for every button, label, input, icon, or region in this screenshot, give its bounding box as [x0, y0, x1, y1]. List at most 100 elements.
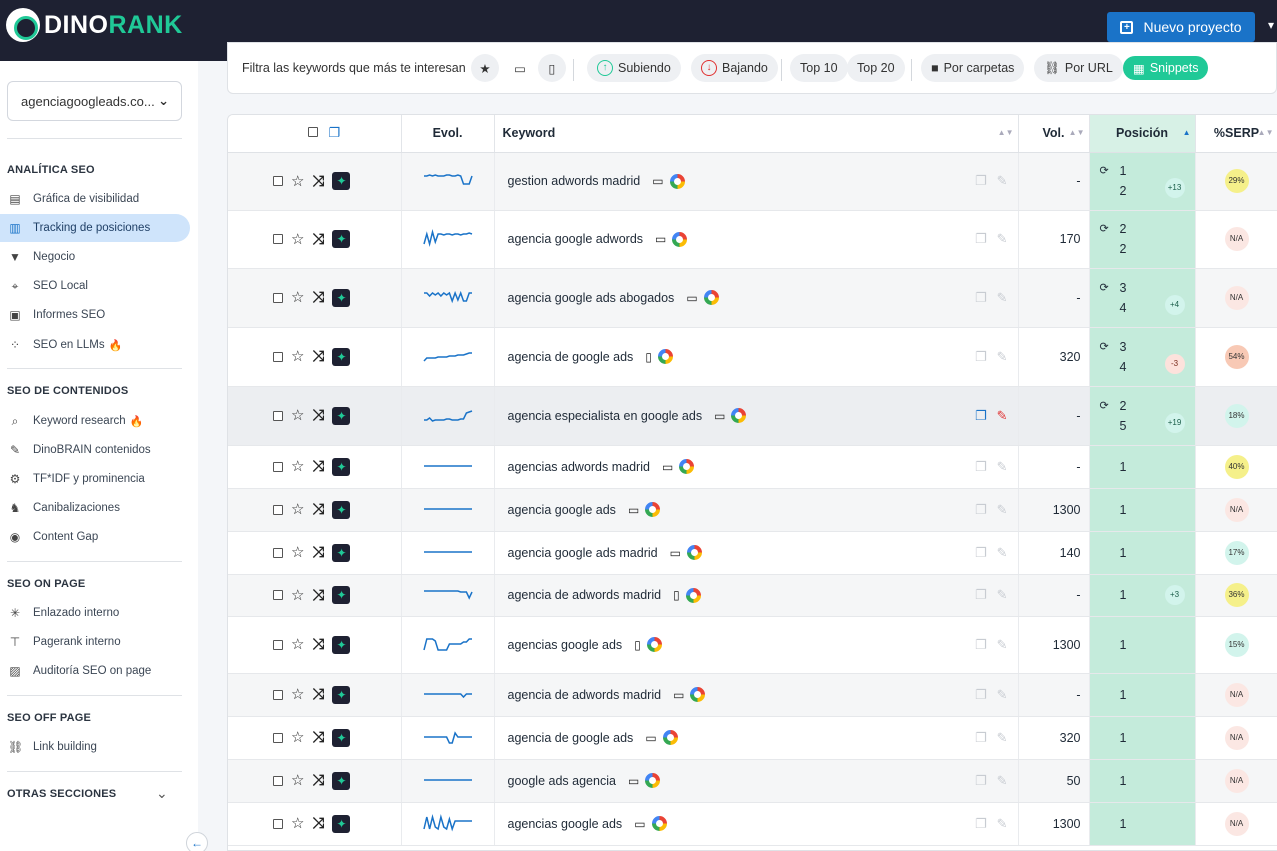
chevron-down-icon[interactable]: ⌄ — [156, 785, 168, 802]
evolution-sparkline[interactable] — [401, 445, 495, 489]
sidebar-item-pagerank-interno[interactable]: ⊤ Pagerank interno — [0, 628, 190, 656]
edit-pencil-icon[interactable]: ✎ — [997, 545, 1008, 561]
star-icon[interactable]: ☆ — [291, 502, 304, 517]
ai-sparkle-icon[interactable]: ✦ — [332, 543, 351, 562]
sidebar-item-seo-llms[interactable]: ⁘ SEO en LLMs 🔥 — [0, 331, 190, 359]
ai-sparkle-icon[interactable]: ✦ — [332, 728, 351, 747]
keyword-cell[interactable]: agencia de google ads ▯ ❐ ✎ — [494, 327, 1019, 387]
keyword-cell[interactable]: agencia especialista en google ads ▭ ❐ ✎ — [494, 386, 1019, 446]
keyword-cell[interactable]: agencias google ads ▯ ❐ ✎ — [494, 616, 1019, 674]
shuffle-icon[interactable]: ⤨ — [312, 729, 324, 746]
row-checkbox[interactable] — [273, 176, 283, 186]
sidebar-item-canibalizaciones[interactable]: ♞ Canibalizaciones — [0, 494, 190, 522]
dinorank-logo[interactable]: DINORANK — [6, 8, 183, 42]
copy-icon[interactable]: ❐ — [975, 502, 987, 518]
star-icon[interactable]: ☆ — [291, 773, 304, 788]
shuffle-icon[interactable]: ⤨ — [312, 348, 324, 365]
table-row[interactable]: ☆ ⤨ ✦ google ads agencia ▭ ❐ ✎ 50 1 N/A — [228, 759, 1277, 803]
ai-sparkle-icon[interactable]: ✦ — [332, 457, 351, 476]
row-checkbox[interactable] — [273, 639, 283, 650]
select-all-checkbox[interactable] — [308, 127, 319, 138]
ai-sparkle-icon[interactable]: ✦ — [332, 814, 351, 833]
star-icon[interactable]: ☆ — [291, 174, 304, 189]
star-icon[interactable]: ☆ — [291, 545, 304, 560]
row-checkbox[interactable] — [273, 689, 283, 700]
section-title-otras[interactable]: OTRAS SECCIONES — [7, 788, 116, 800]
copy-icon[interactable]: ❐ — [328, 125, 340, 140]
ai-sparkle-icon[interactable]: ✦ — [332, 347, 351, 366]
new-project-button[interactable]: + Nuevo proyecto — [1107, 12, 1255, 42]
evolution-sparkline[interactable] — [401, 152, 495, 211]
row-checkbox[interactable] — [273, 547, 283, 558]
row-checkbox[interactable] — [273, 234, 283, 244]
ai-sparkle-icon[interactable]: ✦ — [332, 288, 351, 307]
evolution-sparkline[interactable] — [401, 759, 495, 803]
keyword-cell[interactable]: agencia google ads ▭ ❐ ✎ — [494, 488, 1019, 532]
evolution-sparkline[interactable] — [401, 268, 495, 328]
row-checkbox[interactable] — [273, 351, 283, 362]
star-icon[interactable]: ☆ — [291, 687, 304, 702]
col-serp[interactable]: %SERP ▲▼ — [1195, 115, 1277, 153]
copy-icon[interactable]: ❐ — [975, 349, 987, 365]
sidebar-item-enlazado-interno[interactable]: ✳ Enlazado interno — [0, 599, 190, 627]
filter-por-url[interactable]: ⛓ Por URL — [1034, 54, 1123, 82]
evolution-sparkline[interactable] — [401, 531, 495, 575]
copy-icon[interactable]: ❐ — [975, 730, 987, 746]
ai-sparkle-icon[interactable]: ✦ — [332, 771, 351, 790]
favorites-filter[interactable]: ★ — [471, 54, 499, 82]
sidebar-item-seo-local[interactable]: ⌖ SEO Local — [0, 272, 190, 300]
sidebar-item-link-building[interactable]: ⛓ Link building — [0, 733, 190, 761]
shuffle-icon[interactable]: ⤨ — [312, 173, 324, 190]
copy-icon[interactable]: ❐ — [975, 587, 987, 603]
table-row[interactable]: ☆ ⤨ ✦ agencia de adwords madrid ▯ ❐ ✎ -1 +3 36% — [228, 574, 1277, 617]
keyword-cell[interactable]: agencia google adwords ▭ ❐ ✎ — [494, 210, 1019, 269]
row-checkbox[interactable] — [273, 732, 283, 743]
col-vol[interactable]: Vol. ▲▼ — [1018, 115, 1090, 153]
row-checkbox[interactable] — [273, 504, 283, 515]
chevron-down-icon[interactable]: ▾ — [1268, 18, 1274, 32]
edit-pencil-icon[interactable]: ✎ — [997, 816, 1008, 832]
star-icon[interactable]: ☆ — [291, 290, 304, 305]
evolution-sparkline[interactable] — [401, 673, 495, 717]
sidebar-item-auditoria-seo[interactable]: ▨ Auditoría SEO on page — [0, 657, 190, 685]
table-row[interactable]: ☆ ⤨ ✦ agencia de google ads ▯ ❐ ✎ 320 ⟳ 3 4 -3 54% — [228, 327, 1277, 387]
mobile-filter[interactable]: ▯ — [538, 54, 566, 82]
copy-icon[interactable]: ❐ — [975, 637, 987, 653]
shuffle-icon[interactable]: ⤨ — [312, 407, 324, 424]
keyword-cell[interactable]: google ads agencia ▭ ❐ ✎ — [494, 759, 1019, 803]
ai-sparkle-icon[interactable]: ✦ — [332, 230, 351, 248]
shuffle-icon[interactable]: ⤨ — [312, 686, 324, 703]
row-checkbox[interactable] — [273, 292, 283, 303]
keyword-cell[interactable]: agencia de adwords madrid ▭ ❐ ✎ — [494, 673, 1019, 717]
evolution-sparkline[interactable] — [401, 616, 495, 674]
evolution-sparkline[interactable] — [401, 327, 495, 387]
shuffle-icon[interactable]: ⤨ — [312, 458, 324, 475]
evolution-sparkline[interactable] — [401, 574, 495, 617]
table-row[interactable]: ☆ ⤨ ✦ agencias google ads ▭ ❐ ✎ 1300 1 N/A — [228, 802, 1277, 846]
evolution-sparkline[interactable] — [401, 386, 495, 446]
sidebar-item-content-gap[interactable]: ◉ Content Gap — [0, 523, 190, 551]
evolution-sparkline[interactable] — [401, 210, 495, 269]
copy-icon[interactable]: ❐ — [975, 687, 987, 703]
row-checkbox[interactable] — [273, 775, 283, 786]
copy-icon[interactable]: ❐ — [975, 773, 987, 789]
keyword-cell[interactable]: agencia de adwords madrid ▯ ❐ ✎ — [494, 574, 1019, 617]
star-icon[interactable]: ☆ — [291, 816, 304, 831]
ai-sparkle-icon[interactable]: ✦ — [332, 406, 351, 425]
row-checkbox[interactable] — [273, 590, 283, 600]
collapse-sidebar-button[interactable]: ← — [186, 832, 208, 851]
shuffle-icon[interactable]: ⤨ — [312, 772, 324, 789]
shuffle-icon[interactable]: ⤨ — [312, 231, 324, 248]
col-posicion[interactable]: Posición ▲ — [1089, 115, 1196, 153]
star-icon[interactable]: ☆ — [291, 232, 304, 247]
copy-icon[interactable]: ❐ — [975, 290, 987, 306]
sidebar-item-tfidf[interactable]: ⚙ TF*IDF y prominencia — [0, 465, 190, 493]
row-checkbox[interactable] — [273, 818, 283, 829]
edit-pencil-icon[interactable]: ✎ — [997, 459, 1008, 475]
edit-pencil-icon[interactable]: ✎ — [997, 349, 1008, 365]
project-selector[interactable]: agenciagoogleads.co... ⌄ — [7, 81, 182, 121]
sidebar-item-keyword-research[interactable]: ⌕ Keyword research 🔥 — [0, 407, 190, 435]
star-icon[interactable]: ☆ — [291, 408, 304, 423]
sidebar-item-negocio[interactable]: ▼ Negocio — [0, 243, 190, 271]
sidebar-item-informes-seo[interactable]: ▣ Informes SEO — [0, 301, 190, 329]
